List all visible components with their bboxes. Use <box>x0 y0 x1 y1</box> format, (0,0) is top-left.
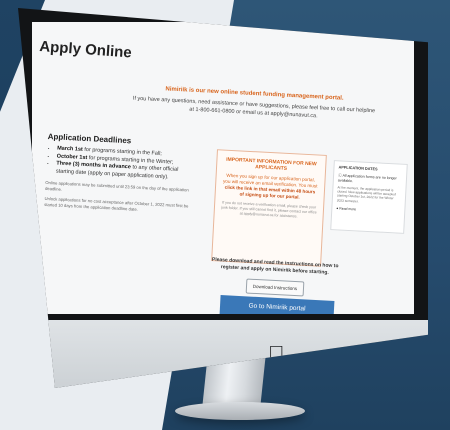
download-instructions-button[interactable]: Download Instructions <box>245 278 305 297</box>
info-box-title: IMPORTANT INFORMATION FOR NEW APPLICANTS <box>225 156 317 172</box>
page-title: Apply Online <box>38 38 133 62</box>
important-info-box: IMPORTANT INFORMATION FOR NEW APPLICANTS… <box>211 149 327 267</box>
imac-monitor:  Apply Online Nimiriik is our new onlin… <box>18 8 428 388</box>
info-box-text: When you sign up for our application por… <box>222 173 319 202</box>
read-more-link[interactable]: ● Read more <box>336 206 400 213</box>
app-dates-status: ⓘ All application forms are no longer av… <box>337 173 397 184</box>
instructions-text: Please download and read the instruction… <box>211 256 339 276</box>
app-dates-text: At the moment, the application period is… <box>336 185 396 204</box>
deadline-note: Online applications may be submitted unt… <box>44 179 189 193</box>
deadlines-section: Application Deadlines March 1st for prog… <box>44 132 198 215</box>
deadline-bold: October 1st <box>56 152 88 161</box>
deadlines-list: March 1st for programs starting in the F… <box>46 145 197 183</box>
deadline-note: Unlock applications for no cost acceptan… <box>44 195 189 212</box>
go-to-portal-button[interactable]: Go to Nimiriik portal <box>219 295 335 314</box>
app-dates-status-text: All application forms are no longer avai… <box>337 173 397 184</box>
monitor-stand-foot <box>175 402 305 420</box>
portal-notice: Nimiriik is our new online student fundi… <box>129 84 378 124</box>
info-box-small: If you do not receive a verification ema… <box>221 200 317 219</box>
deadline-bold: March 1st <box>56 145 83 153</box>
read-more-label: Read more <box>339 206 357 212</box>
app-dates-title: APPLICATION DATES <box>338 165 378 172</box>
application-dates-card: APPLICATION DATES ⓘ All application form… <box>330 160 408 234</box>
screen: Apply Online Nimiriik is our new online … <box>32 22 414 314</box>
